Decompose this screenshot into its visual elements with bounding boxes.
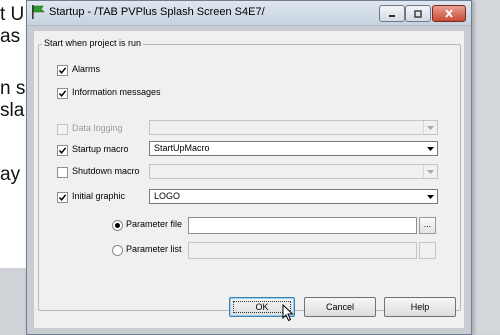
- information-messages-checkbox[interactable]: [57, 88, 68, 99]
- parameter-file-radio[interactable]: [112, 220, 123, 231]
- parameter-file-label: Parameter file: [126, 219, 183, 229]
- checkmark-icon: [58, 147, 67, 154]
- parameter-file-browse-button[interactable]: ...: [419, 217, 436, 234]
- background-text-line: t U: [0, 4, 25, 25]
- parameter-file-input[interactable]: [188, 217, 417, 234]
- flag-icon: [30, 4, 46, 25]
- parameter-list-label: Parameter list: [126, 244, 182, 254]
- shutdown-macro-label: Shutdown macro: [72, 166, 140, 176]
- startup-dialog: Startup - /TAB PVPlus Splash Screen S4E7…: [26, 0, 472, 335]
- background-text-line: ay: [0, 164, 21, 185]
- minimize-icon: [387, 5, 397, 23]
- background-text-line: sla: [0, 100, 25, 121]
- alarms-label: Alarms: [72, 64, 101, 74]
- dropdown-arrow-icon[interactable]: [423, 165, 437, 178]
- checkmark-icon: [58, 90, 67, 97]
- minimize-button[interactable]: [379, 5, 405, 22]
- radio-selected-dot: [115, 223, 120, 228]
- initial-graphic-value: LOGO: [154, 191, 181, 201]
- alarms-checkbox[interactable]: [57, 65, 68, 76]
- information-messages-label: Information messages: [72, 87, 161, 97]
- maximize-icon: [413, 5, 423, 23]
- dropdown-arrow-icon[interactable]: [423, 121, 437, 134]
- parameter-list-input[interactable]: [188, 242, 417, 259]
- background-text-line: n s: [0, 78, 26, 99]
- shutdown-macro-combo[interactable]: [149, 164, 438, 179]
- dropdown-arrow-icon[interactable]: [424, 190, 437, 203]
- startup-macro-combo[interactable]: StartUpMacro: [149, 141, 438, 156]
- data-logging-label: Data logging: [72, 123, 123, 133]
- startup-macro-checkbox[interactable]: [57, 145, 68, 156]
- mouse-cursor-icon: [282, 303, 294, 327]
- background-window: [470, 0, 500, 333]
- title-bar[interactable]: Startup - /TAB PVPlus Splash Screen S4E7…: [27, 1, 471, 26]
- close-icon: [444, 5, 454, 23]
- checkmark-icon: [58, 194, 67, 201]
- cancel-button-label: Cancel: [325, 302, 354, 312]
- data-logging-checkbox[interactable]: [57, 124, 68, 135]
- parameter-list-browse-button[interactable]: [419, 242, 436, 259]
- maximize-button[interactable]: [405, 5, 431, 22]
- help-button[interactable]: Help: [384, 297, 456, 317]
- background-text-line: as: [0, 26, 21, 47]
- cancel-button[interactable]: Cancel: [304, 297, 376, 317]
- startup-macro-value: StartUpMacro: [154, 143, 210, 153]
- shutdown-macro-checkbox[interactable]: [57, 167, 68, 178]
- dialog-client-area: Start when project is run Alarms Informa…: [34, 31, 464, 328]
- initial-graphic-label: Initial graphic: [72, 191, 126, 201]
- startup-macro-label: Startup macro: [72, 144, 129, 154]
- window-title: Startup - /TAB PVPlus Splash Screen S4E7…: [49, 6, 265, 18]
- close-button[interactable]: [432, 5, 466, 22]
- group-legend: Start when project is run: [42, 38, 144, 48]
- initial-graphic-checkbox[interactable]: [57, 192, 68, 203]
- dropdown-arrow-icon[interactable]: [424, 142, 437, 155]
- parameter-list-radio[interactable]: [112, 245, 123, 256]
- help-button-label: Help: [410, 302, 430, 312]
- checkmark-icon: [58, 67, 67, 74]
- data-logging-combo[interactable]: [149, 120, 438, 135]
- initial-graphic-combo[interactable]: LOGO: [149, 189, 438, 204]
